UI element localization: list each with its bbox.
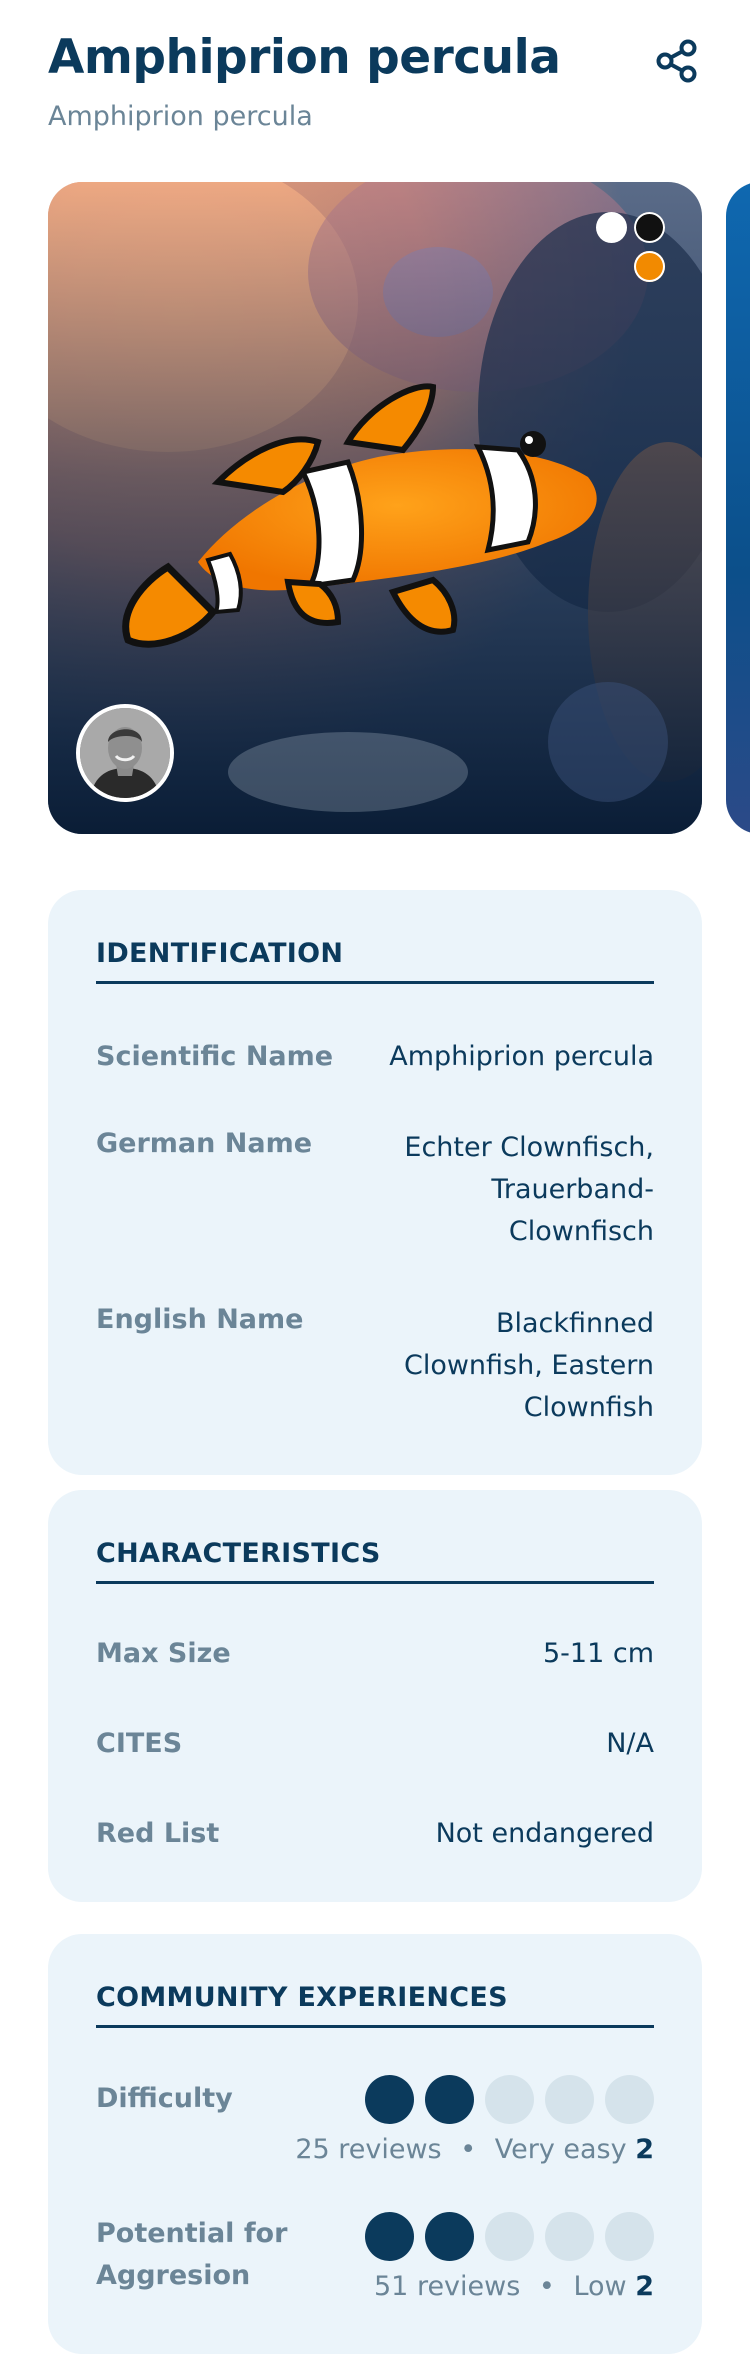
red-list-label: Red List (96, 1818, 220, 1849)
rating-dot (545, 2075, 594, 2124)
cites-value: N/A (606, 1728, 654, 1759)
cites-label: CITES (96, 1728, 183, 1759)
rating-dot (425, 2075, 474, 2124)
contributor-avatar[interactable] (76, 704, 174, 802)
rating-dot (485, 2075, 534, 2124)
share-button[interactable] (654, 38, 700, 84)
scientific-name-value: Amphiprion percula (389, 1041, 654, 1072)
characteristics-card: CHARACTERISTICS Max Size 5-11 cm CITES N… (48, 1490, 702, 1902)
next-photo-peek[interactable] (726, 182, 750, 834)
max-size-value: 5-11 cm (542, 1638, 654, 1669)
identification-card: IDENTIFICATION Scientific Name Amphiprio… (48, 890, 702, 1475)
person-photo (80, 708, 170, 798)
divider (96, 2025, 654, 2028)
english-name-label: English Name (96, 1304, 304, 1335)
difficulty-rating[interactable] (365, 2075, 654, 2124)
rating-dot (365, 2075, 414, 2124)
identification-title: IDENTIFICATION (96, 938, 344, 969)
divider (96, 981, 654, 984)
community-card: COMMUNITY EXPERIENCES Difficulty 25 revi… (48, 1934, 702, 2354)
share-icon (656, 39, 697, 83)
aggression-rating[interactable] (365, 2212, 654, 2261)
aggression-reviews[interactable]: 51 reviews • Low 2 (374, 2267, 654, 2307)
rating-dot (545, 2212, 594, 2261)
scientific-name-label: Scientific Name (96, 1041, 334, 1072)
color-variant-orange[interactable] (634, 251, 665, 282)
english-name-value: Blackfinned Clownfish, Eastern Clownfish (403, 1308, 654, 1423)
community-title: COMMUNITY EXPERIENCES (96, 1982, 508, 2013)
species-photo[interactable] (48, 182, 702, 834)
divider (96, 1581, 654, 1584)
rating-dot (605, 2075, 654, 2124)
rating-dot (365, 2212, 414, 2261)
difficulty-label: Difficulty (96, 2083, 233, 2114)
red-list-value: Not endangered (435, 1818, 654, 1849)
page-subtitle: Amphiprion percula (48, 101, 313, 132)
rating-dot (485, 2212, 534, 2261)
color-variant-white[interactable] (596, 212, 627, 243)
characteristics-title: CHARACTERISTICS (96, 1538, 381, 1569)
aggression-label: Potential for Aggresion (96, 2218, 288, 2291)
difficulty-reviews[interactable]: 25 reviews • Very easy 2 (295, 2130, 654, 2170)
german-name-label: German Name (96, 1128, 313, 1159)
max-size-label: Max Size (96, 1638, 231, 1669)
color-variant-black[interactable] (634, 212, 665, 243)
page-title: Amphiprion percula (48, 30, 561, 85)
rating-dot (425, 2212, 474, 2261)
rating-dot (605, 2212, 654, 2261)
german-name-value: Echter Clownfisch, Trauerband- Clownfisc… (404, 1132, 654, 1247)
